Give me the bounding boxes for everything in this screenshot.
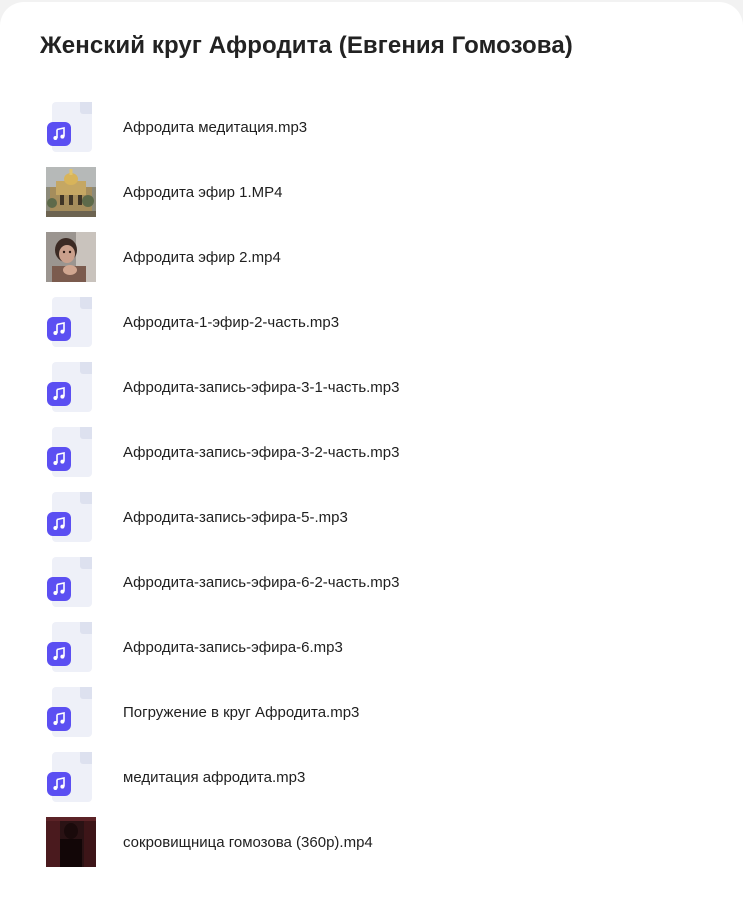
- file-name[interactable]: Афродита медитация.mp3: [123, 95, 307, 160]
- audio-file-icon: [46, 362, 98, 414]
- video-thumbnail: [46, 232, 98, 284]
- file-row-meditatsiya-afrodita[interactable]: медитация афродита.mp3: [0, 745, 743, 810]
- audio-file-icon: [46, 622, 98, 674]
- audio-file-icon: [46, 297, 98, 349]
- music-note-icon: [47, 317, 71, 341]
- music-note-icon: [47, 122, 71, 146]
- portrait-thumbnail-icon: [46, 232, 96, 282]
- file-name[interactable]: сокровищница гомозова (360p).mp4: [123, 810, 373, 875]
- audio-file-icon: [46, 427, 98, 479]
- file-row-sokrovishchnitsa[interactable]: сокровищница гомозова (360p).mp4: [0, 810, 743, 875]
- audio-file-icon: [46, 102, 98, 154]
- music-note-icon: [47, 382, 71, 406]
- video-thumbnail: [46, 817, 98, 869]
- file-row-zapis-efira-3-1[interactable]: Афродита-запись-эфира-3-1-часть.mp3: [0, 355, 743, 420]
- file-row-afrodita-efir-2[interactable]: Афродита эфир 2.mp4: [0, 225, 743, 290]
- folder-panel: Женский круг Афродита (Евгения Гомозова)…: [0, 2, 743, 900]
- video-thumbnail: [46, 167, 98, 219]
- file-list: Афродита медитация.mp3 Афродита эфир 1.M…: [0, 95, 743, 875]
- music-note-icon: [47, 707, 71, 731]
- music-note-icon: [47, 512, 71, 536]
- file-name[interactable]: Афродита-запись-эфира-5-.mp3: [123, 485, 348, 550]
- cathedral-thumbnail-icon: [46, 167, 96, 217]
- file-name[interactable]: Афродита-запись-эфира-6-2-часть.mp3: [123, 550, 400, 615]
- file-name[interactable]: Афродита-запись-эфира-6.mp3: [123, 615, 343, 680]
- audio-file-icon: [46, 492, 98, 544]
- file-name[interactable]: медитация афродита.mp3: [123, 745, 305, 810]
- folder-title: Женский круг Афродита (Евгения Гомозова): [40, 32, 573, 59]
- file-name[interactable]: Афродита-запись-эфира-3-1-часть.mp3: [123, 355, 400, 420]
- music-note-icon: [47, 447, 71, 471]
- file-row-zapis-efira-6-2[interactable]: Афродита-запись-эфира-6-2-часть.mp3: [0, 550, 743, 615]
- file-row-zapis-efira-6[interactable]: Афродита-запись-эфира-6.mp3: [0, 615, 743, 680]
- file-row-zapis-efira-5[interactable]: Афродита-запись-эфира-5-.mp3: [0, 485, 743, 550]
- music-note-icon: [47, 577, 71, 601]
- file-row-afrodita-meditatsiya[interactable]: Афродита медитация.mp3: [0, 95, 743, 160]
- dark-thumbnail-icon: [46, 817, 96, 867]
- file-row-pogruzhenie[interactable]: Погружение в круг Афродита.mp3: [0, 680, 743, 745]
- file-name[interactable]: Погружение в круг Афродита.mp3: [123, 680, 359, 745]
- file-row-zapis-efira-3-2[interactable]: Афродита-запись-эфира-3-2-часть.mp3: [0, 420, 743, 485]
- file-name[interactable]: Афродита-запись-эфира-3-2-часть.mp3: [123, 420, 400, 485]
- music-note-icon: [47, 772, 71, 796]
- audio-file-icon: [46, 752, 98, 804]
- file-name[interactable]: Афродита-1-эфир-2-часть.mp3: [123, 290, 339, 355]
- audio-file-icon: [46, 557, 98, 609]
- file-name[interactable]: Афродита эфир 2.mp4: [123, 225, 281, 290]
- file-row-afrodita-1-efir-2-chast[interactable]: Афродита-1-эфир-2-часть.mp3: [0, 290, 743, 355]
- music-note-icon: [47, 642, 71, 666]
- audio-file-icon: [46, 687, 98, 739]
- file-row-afrodita-efir-1[interactable]: Афродита эфир 1.MP4: [0, 160, 743, 225]
- file-name[interactable]: Афродита эфир 1.MP4: [123, 160, 282, 225]
